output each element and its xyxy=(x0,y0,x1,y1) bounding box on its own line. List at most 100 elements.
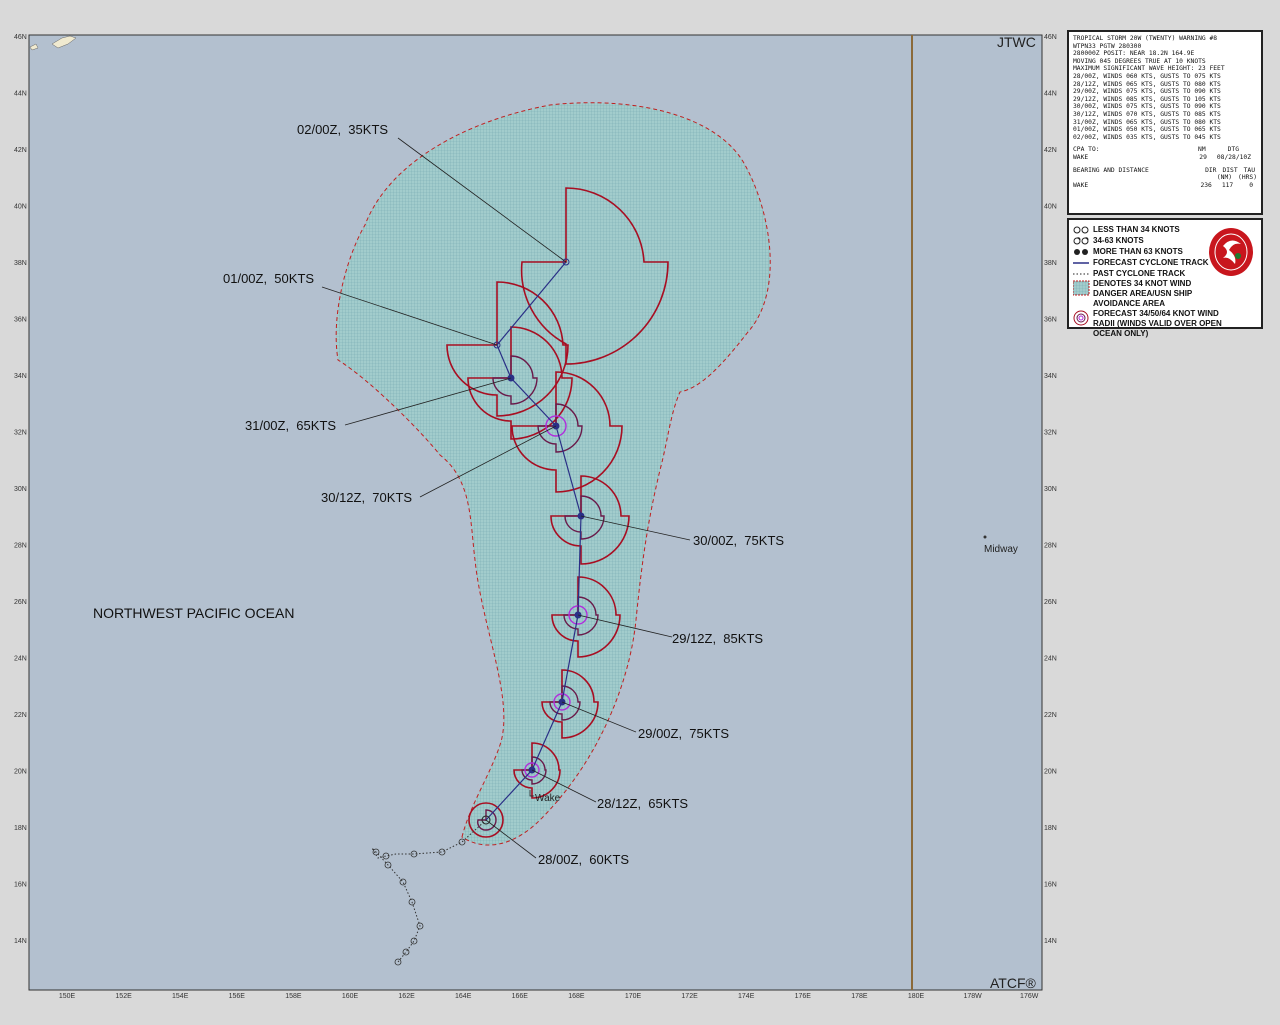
latitude-tick-labels-left: 46N 44N 42N 40N 38N 36N 34N 32N 30N 28N 26N 24N 22N 2… xyxy=(14,34,27,945)
hatched-area-icon xyxy=(1073,279,1093,297)
latitude-tick-label: 26N xyxy=(14,599,27,606)
longitude-tick-label: 176E xyxy=(795,993,812,1000)
latitude-tick-label: 32N xyxy=(1044,430,1057,437)
latitude-tick-label: 24N xyxy=(14,656,27,663)
latitude-tick-label: 36N xyxy=(14,317,27,324)
latitude-tick-label: 22N xyxy=(1044,712,1057,719)
warning-line: 29/00Z, WINDS 075 KTS, GUSTS TO 090 KTS xyxy=(1073,88,1221,96)
forecast-label-30-00z: 30/00Z, 75KTS xyxy=(693,533,784,548)
latitude-tick-label: 34N xyxy=(14,373,27,380)
warning-line: 280000Z POSIT: NEAR 18.2N 164.9E xyxy=(1073,50,1195,58)
latitude-tick-label: 44N xyxy=(1044,91,1057,98)
jtwc-mark: JTWC xyxy=(997,34,1036,50)
warning-line: 02/00Z, WINDS 035 KTS, GUSTS TO 045 KTS xyxy=(1073,133,1221,141)
longitude-tick-label: 170E xyxy=(625,993,642,1000)
latitude-tick-labels-right: 46N 44N 42N 40N 38N 36N 34N 32N 30N 28N 26N 24N 22N 2… xyxy=(1044,34,1057,945)
longitude-tick-label: 178W xyxy=(963,993,982,1000)
latitude-tick-label: 20N xyxy=(1044,769,1057,776)
bearing-tau-unit: (HRS) xyxy=(1238,174,1257,182)
longitude-tick-label: 162E xyxy=(398,993,415,1000)
latitude-tick-label: 42N xyxy=(14,147,27,154)
wind-radii-icon xyxy=(1073,309,1093,327)
forecast-label-02-00z: 02/00Z, 35KTS xyxy=(297,122,388,137)
legend-item-wind-radii: FORECAST 34/50/64 KNOT WIND RADII (WINDS… xyxy=(1073,309,1257,339)
warning-header-lines: TROPICAL STORM 20W (TWENTY) WARNING #8 WT… xyxy=(1073,35,1257,141)
bearing-units: (NM) (HRS) xyxy=(1073,174,1257,182)
bearing-dir-header: DIR xyxy=(1205,166,1217,174)
longitude-tick-label: 176W xyxy=(1020,993,1039,1000)
longitude-tick-label: 160E xyxy=(342,993,359,1000)
latitude-tick-label: 18N xyxy=(1044,825,1057,832)
latitude-tick-label: 42N xyxy=(1044,147,1057,154)
cpa-place: WAKE xyxy=(1073,153,1089,161)
warning-line: WTPN33 PGTW 280300 xyxy=(1073,42,1142,50)
latitude-tick-label: 16N xyxy=(14,882,27,889)
latitude-tick-label: 40N xyxy=(1044,204,1057,211)
latitude-tick-label: 46N xyxy=(1044,34,1057,41)
cpa-row-wake: WAKE 29 08/28/10Z xyxy=(1073,154,1257,162)
forecast-label-28-00z: 28/00Z, 60KTS xyxy=(538,852,629,867)
cpa-title: CPA TO: xyxy=(1073,146,1100,154)
bearing-dist-unit: (NM) xyxy=(1216,174,1233,182)
map-legend: LESS THAN 34 KNOTS 34-63 KNOTS MORE THAN… xyxy=(1067,218,1263,338)
latitude-tick-label: 38N xyxy=(1044,260,1057,267)
warning-line: 30/12Z, WINDS 070 KTS, GUSTS TO 085 KTS xyxy=(1073,110,1221,118)
forecast-label-01-00z: 01/00Z, 50KTS xyxy=(223,271,314,286)
midway-marker xyxy=(983,535,987,539)
bearing-title: BEARING AND DISTANCE xyxy=(1073,166,1149,174)
circle-open-icon xyxy=(1073,226,1093,234)
forecast-label-29-12z: 29/12Z, 85KTS xyxy=(672,631,763,646)
bearing-header: BEARING AND DISTANCE DIR DIST TAU xyxy=(1073,167,1257,175)
bearing-row-wake: WAKE 236 117 0 xyxy=(1073,182,1257,190)
forecast-label-28-12z: 28/12Z, 65KTS xyxy=(597,796,688,811)
longitude-tick-label: 174E xyxy=(738,993,755,1000)
storm-symbol-filled-icon xyxy=(1073,248,1093,256)
latitude-tick-label: 32N xyxy=(14,430,27,437)
latitude-tick-label: 26N xyxy=(1044,599,1057,606)
bearing-tau: 0 xyxy=(1249,181,1253,189)
latitude-tick-label: 20N xyxy=(14,769,27,776)
latitude-tick-label: 22N xyxy=(14,712,27,719)
cpa-nm-header: NM xyxy=(1198,146,1206,154)
latitude-tick-label: 46N xyxy=(14,34,27,41)
latitude-tick-label: 36N xyxy=(1044,317,1057,324)
bearing-dist-header: DIST xyxy=(1222,166,1238,174)
latitude-tick-label: 28N xyxy=(14,543,27,550)
dotted-line-icon xyxy=(1073,270,1093,278)
longitude-tick-label: 152E xyxy=(115,993,132,1000)
latitude-tick-label: 30N xyxy=(14,486,27,493)
longitude-tick-label: 178E xyxy=(851,993,868,1000)
cpa-dtg-header: DTG xyxy=(1227,146,1239,154)
jtwc-seal-logo xyxy=(1209,228,1253,276)
warning-line: 01/00Z, WINDS 050 KTS, GUSTS TO 065 KTS xyxy=(1073,126,1221,134)
longitude-tick-label: 154E xyxy=(172,993,189,1000)
warning-line: 29/12Z, WINDS 085 KTS, GUSTS TO 105 KTS xyxy=(1073,95,1221,103)
longitude-tick-label: 180E xyxy=(908,993,925,1000)
latitude-tick-label: 24N xyxy=(1044,656,1057,663)
place-label-midway: Midway xyxy=(984,544,1018,555)
solid-line-icon xyxy=(1073,259,1093,267)
longitude-tick-label: 168E xyxy=(568,993,585,1000)
latitude-tick-label: 14N xyxy=(1044,938,1057,945)
latitude-tick-label: 14N xyxy=(14,938,27,945)
warning-line: TROPICAL STORM 20W (TWENTY) WARNING #8 xyxy=(1073,35,1218,42)
cpa-nm: 29 xyxy=(1199,153,1207,161)
bearing-place: WAKE xyxy=(1073,181,1089,189)
forecast-label-29-00z: 29/00Z, 75KTS xyxy=(638,726,729,741)
cpa-header: CPA TO: NM DTG xyxy=(1073,146,1257,154)
latitude-tick-label: 34N xyxy=(1044,373,1057,380)
legend-item-danger-area: DENOTES 34 KNOT WIND DANGER AREA/USN SHI… xyxy=(1073,279,1257,309)
forecast-label-30-12z: 30/12Z, 70KTS xyxy=(321,490,412,505)
place-label-wake: Wake xyxy=(535,793,561,804)
latitude-tick-label: 28N xyxy=(1044,543,1057,550)
bearing-dir: 236 xyxy=(1200,181,1212,189)
region-label: NORTHWEST PACIFIC OCEAN xyxy=(93,605,294,621)
storm-symbol-open-icon xyxy=(1073,236,1093,245)
latitude-tick-label: 30N xyxy=(1044,486,1057,493)
warning-line: 28/12Z, WINDS 065 KTS, GUSTS TO 080 KTS xyxy=(1073,80,1221,88)
longitude-tick-label: 150E xyxy=(59,993,76,1000)
forecast-label-31-00z: 31/00Z, 65KTS xyxy=(245,418,336,433)
warning-info-box: TROPICAL STORM 20W (TWENTY) WARNING #8 WT… xyxy=(1067,30,1263,215)
longitude-tick-label: 166E xyxy=(512,993,529,1000)
warning-line: MOVING 045 DEGREES TRUE AT 10 KNOTS xyxy=(1073,57,1206,65)
